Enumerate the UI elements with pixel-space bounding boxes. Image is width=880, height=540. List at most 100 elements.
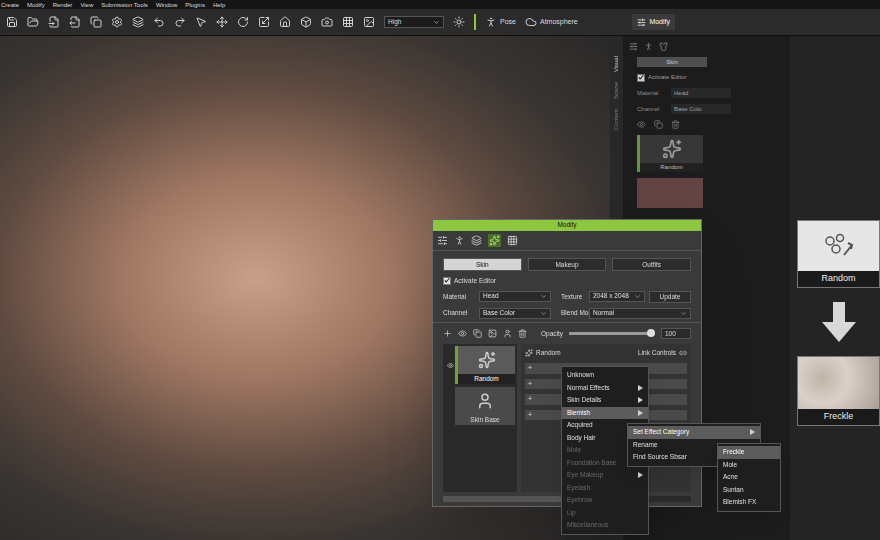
tool-icon[interactable]	[6, 16, 18, 28]
morph-icon[interactable]	[471, 235, 482, 246]
checkbox[interactable]	[637, 74, 645, 82]
tool-icon[interactable]	[258, 16, 270, 28]
menu-bar-item[interactable]: Render	[53, 2, 73, 8]
chevron-down-icon	[433, 19, 440, 26]
tool-icon[interactable]	[237, 16, 249, 28]
tool-icon[interactable]	[363, 16, 375, 28]
eye-icon[interactable]	[637, 120, 646, 129]
tool-icon[interactable]	[300, 16, 312, 28]
menu-item[interactable]: Set Effect Category	[628, 426, 760, 439]
submenu-arrow-icon	[638, 385, 643, 391]
menu-bar-item[interactable]: Submission Tools	[101, 2, 148, 8]
motion-icon[interactable]	[454, 235, 465, 246]
menu-bar-item[interactable]: Help	[213, 2, 225, 8]
opacity-slider[interactable]	[569, 332, 655, 335]
tool-icon[interactable]	[132, 16, 144, 28]
image-icon[interactable]	[488, 329, 497, 338]
menu-item[interactable]: Skin Details	[562, 394, 648, 407]
link-icon[interactable]	[679, 349, 687, 357]
toolbar-button[interactable]: Atmosphere	[525, 16, 578, 28]
checkbox[interactable]	[443, 277, 451, 285]
app-window: Create Modify Render View Submission Tools Wi…	[0, 0, 880, 540]
tool-icon[interactable]	[90, 16, 102, 28]
vertical-tab[interactable]: Content	[606, 109, 627, 130]
tab[interactable]: Outfits	[612, 258, 691, 271]
sun-icon[interactable]	[453, 16, 465, 28]
menu-item[interactable]: Unknown	[562, 369, 648, 382]
menu-bar-item[interactable]: Create	[1, 2, 19, 8]
menu-item: Eyebrow	[562, 494, 648, 507]
chevron-down-icon	[540, 293, 547, 300]
vertical-tab[interactable]: Scene	[606, 82, 627, 99]
motion-icon[interactable]	[644, 42, 653, 51]
menu-item[interactable]: Blemish	[562, 407, 648, 420]
category-submenu: FreckleMoleAcneSuntanBlemish FX	[717, 443, 781, 512]
tool-icon[interactable]	[153, 16, 165, 28]
tab[interactable]: Skin	[443, 258, 522, 271]
checker-icon[interactable]	[507, 235, 518, 246]
menu-item[interactable]: Acne	[718, 471, 780, 484]
dropdown[interactable]: Base Color	[479, 308, 551, 319]
panel-tab[interactable]: Modify	[632, 14, 675, 30]
diagram-card: Freckle	[797, 356, 880, 426]
layer-thumbnail[interactable]	[637, 178, 703, 208]
outfit-icon[interactable]	[659, 42, 668, 51]
toolbar: High Pose Atmosphere Modify	[0, 9, 880, 36]
add-icon[interactable]	[443, 329, 452, 338]
skin-icon[interactable]	[489, 235, 500, 246]
attribute-icon[interactable]	[437, 235, 448, 246]
tool-icon[interactable]	[69, 16, 81, 28]
trash-icon[interactable]	[671, 120, 680, 129]
menu-item[interactable]: Normal Effects	[562, 382, 648, 395]
layer-item[interactable]: Random	[445, 346, 515, 384]
tool-icon[interactable]	[216, 16, 228, 28]
menu-bar-item[interactable]: View	[80, 2, 93, 8]
menu-item[interactable]: Mole	[718, 459, 780, 472]
layer-list: RandomSkin Base	[443, 344, 517, 492]
tool-icon[interactable]	[195, 16, 207, 28]
window-title-bar[interactable]: Modify	[433, 220, 701, 231]
chevron-down-icon	[680, 310, 687, 317]
tool-icon[interactable]	[321, 16, 333, 28]
vertical-tab[interactable]: Visual	[606, 56, 627, 72]
dropdown[interactable]: Head	[671, 88, 731, 98]
toolbar-button[interactable]: Pose	[485, 16, 516, 28]
tool-icon[interactable]	[111, 16, 123, 28]
eye-icon[interactable]	[458, 329, 467, 338]
update-button[interactable]: Update	[649, 291, 691, 303]
menu-item[interactable]: Blemish FX	[718, 496, 780, 509]
copy-icon[interactable]	[654, 120, 663, 129]
tool-icon[interactable]	[342, 16, 354, 28]
trash-icon[interactable]	[518, 329, 527, 338]
tool-icon[interactable]	[174, 16, 186, 28]
tool-icon[interactable]	[279, 16, 291, 28]
opacity-input[interactable]: 100	[661, 328, 691, 340]
layer-thumbnail[interactable]: Random	[637, 135, 703, 172]
tool-icon[interactable]	[48, 16, 60, 28]
panel-tab[interactable]: Skin	[637, 57, 707, 67]
tool-icon[interactable]	[27, 16, 39, 28]
quality-dropdown[interactable]: High	[384, 16, 444, 28]
layer-item[interactable]: Skin Base	[445, 387, 515, 425]
pose-icon	[485, 16, 497, 28]
diagram: Random Freckle	[790, 36, 880, 540]
tab[interactable]: Makeup	[528, 258, 607, 271]
dropdown[interactable]: 2048 x 2048	[589, 291, 645, 302]
submenu-arrow-icon	[750, 429, 755, 435]
menu-bar-item[interactable]: Modify	[27, 2, 45, 8]
diagram-card: Random	[797, 220, 880, 288]
dropdown[interactable]: Head	[479, 291, 551, 302]
random-dice-icon	[824, 233, 854, 259]
submenu-arrow-icon	[638, 472, 643, 478]
attribute-icon[interactable]	[629, 42, 638, 51]
menu-bar-item[interactable]: Window	[156, 2, 177, 8]
menu-item[interactable]: Suntan	[718, 484, 780, 497]
dropdown[interactable]: Normal	[589, 308, 691, 319]
menu-item[interactable]: Freckle	[718, 446, 780, 459]
menu-bar-item[interactable]: Plugins	[185, 2, 205, 8]
menu-item: Miscellaneous	[562, 519, 648, 532]
dropdown[interactable]: Base Colo	[671, 104, 731, 114]
mask-icon[interactable]	[503, 329, 512, 338]
copy-icon[interactable]	[473, 329, 482, 338]
arrow-down-icon	[822, 302, 856, 342]
